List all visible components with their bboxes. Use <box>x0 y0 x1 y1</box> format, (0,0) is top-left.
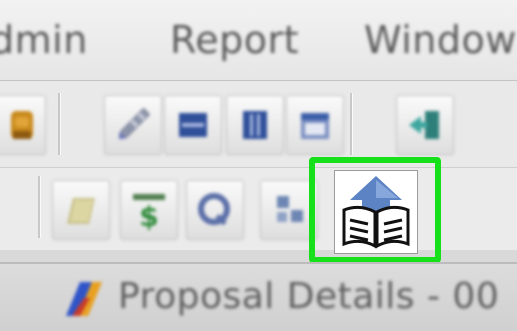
highlight-box <box>309 157 441 263</box>
user-icon <box>11 111 33 139</box>
exit-button[interactable] <box>396 95 454 155</box>
calendar-button[interactable] <box>286 95 344 155</box>
query-button[interactable] <box>186 180 244 240</box>
svg-text:$: $ <box>139 200 158 230</box>
menu-item-report[interactable]: Report <box>170 18 299 62</box>
list-icon <box>179 113 207 137</box>
columns-icon <box>243 111 267 139</box>
menu-bar: dmin Report Window <box>0 0 517 81</box>
calendar-icon <box>301 113 329 139</box>
toolbar-separator <box>38 176 41 238</box>
pencil-icon <box>118 108 150 140</box>
network-icon <box>277 196 303 222</box>
query-icon <box>198 193 230 226</box>
toolbar-row-1 <box>0 81 517 168</box>
edit-button[interactable] <box>104 95 162 155</box>
user-button[interactable] <box>0 95 46 155</box>
folder-button[interactable] <box>52 180 110 240</box>
menu-item-window[interactable]: Window <box>364 18 517 62</box>
window-title-bar: Proposal Details - 00 <box>0 262 517 331</box>
folder-icon <box>67 198 95 224</box>
exit-icon <box>409 111 439 139</box>
toolbar-separator <box>58 93 61 155</box>
colored-logo-icon <box>66 282 102 316</box>
window-title[interactable]: Proposal Details - 00 <box>118 276 499 317</box>
columns-button[interactable] <box>226 95 284 155</box>
menu-item-admin[interactable]: dmin <box>0 18 88 62</box>
toolbar-separator <box>350 93 353 155</box>
money-button[interactable]: $ <box>120 180 178 240</box>
money-icon: $ <box>133 194 165 230</box>
list-button[interactable] <box>164 95 222 155</box>
